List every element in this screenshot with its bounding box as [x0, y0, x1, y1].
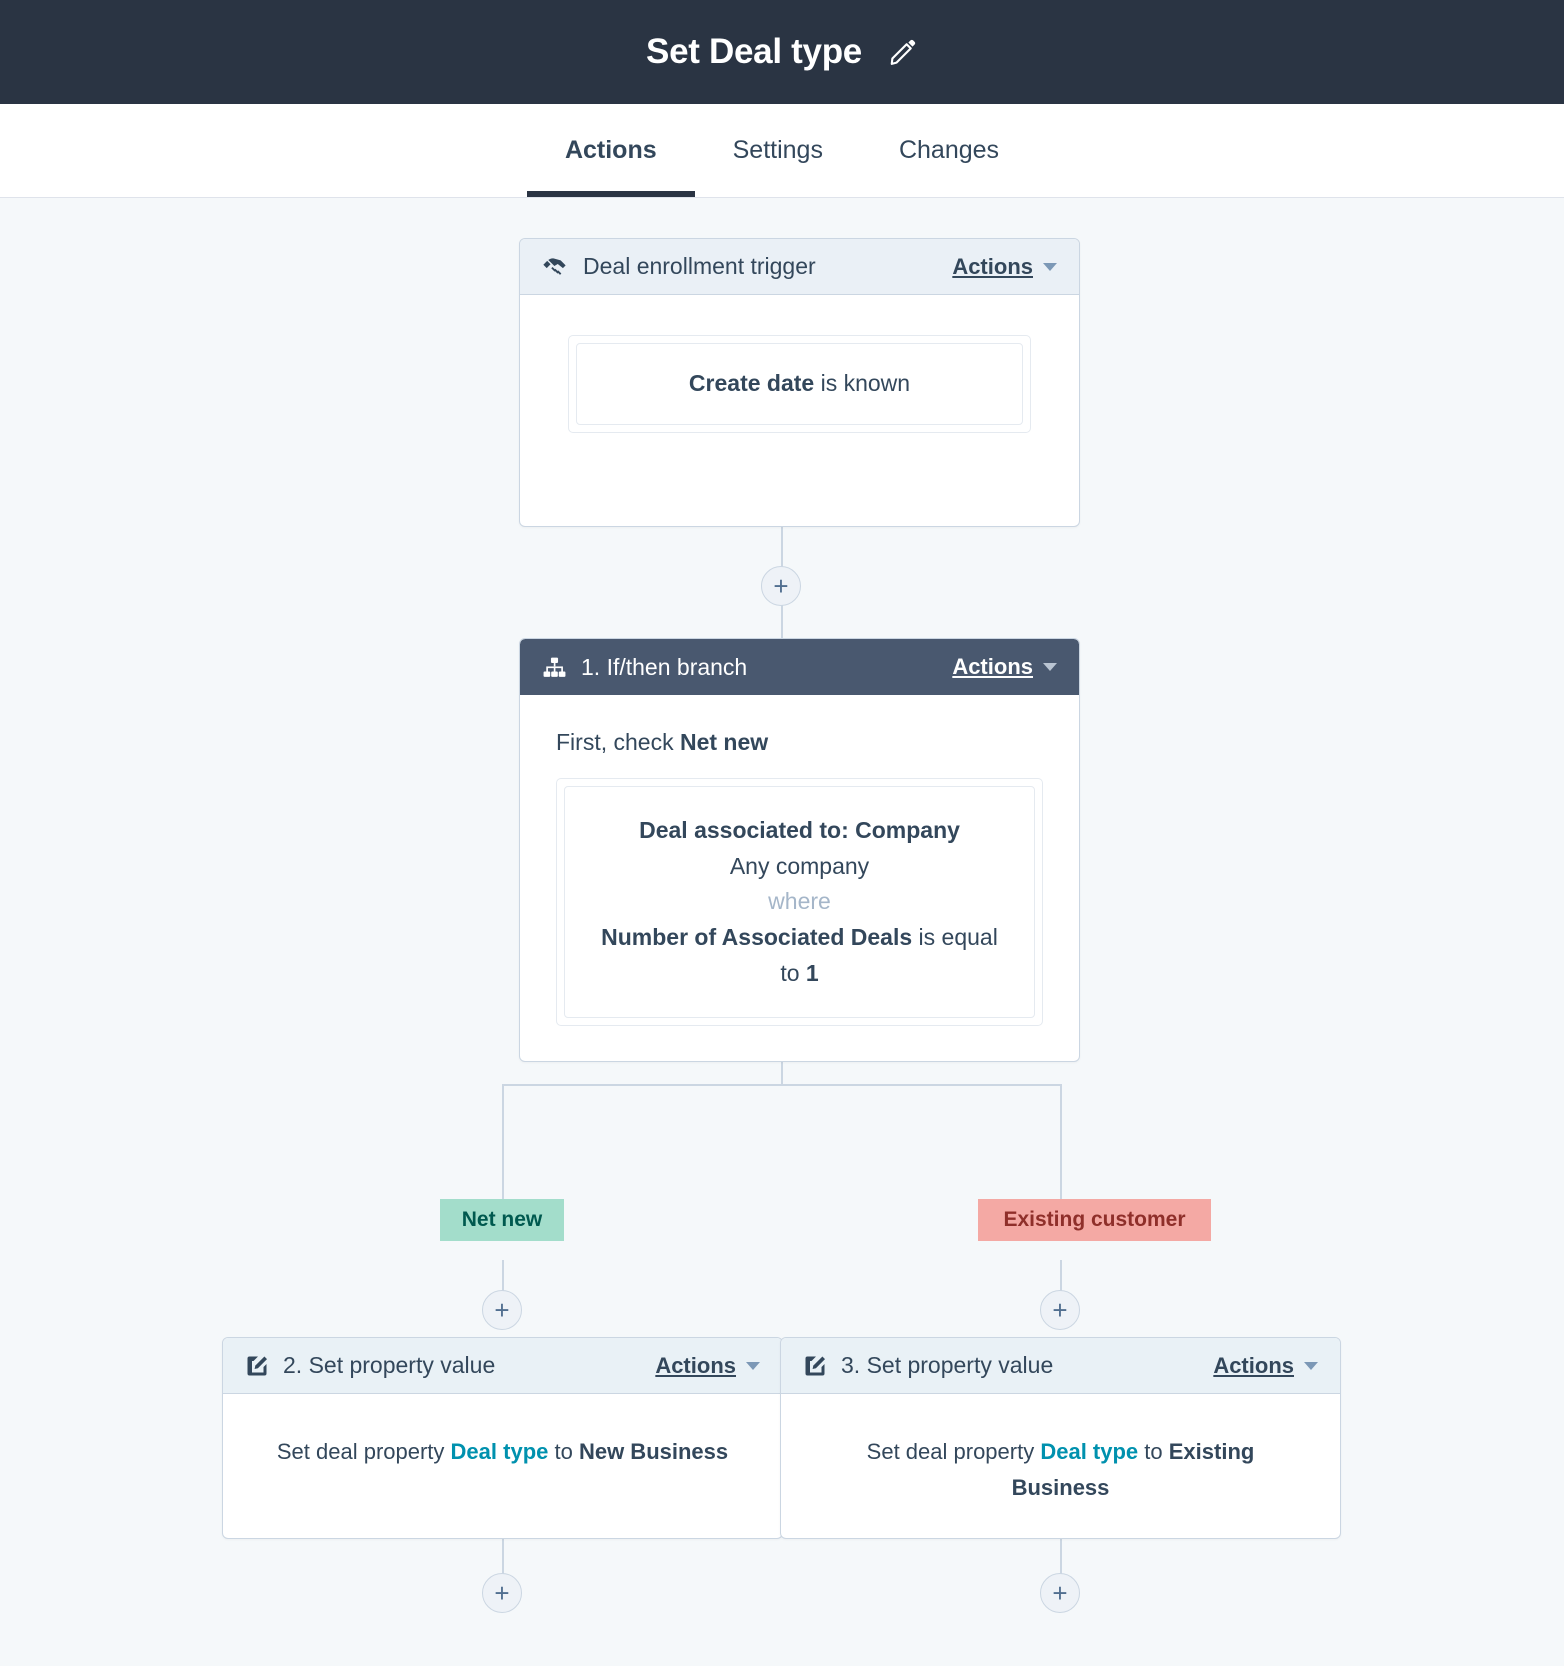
- app-header: Set Deal type: [0, 0, 1564, 104]
- plus-icon: +: [773, 571, 789, 601]
- trigger-actions-label: Actions: [952, 253, 1033, 279]
- action-card-2-body: Set deal property Deal type to New Busin…: [223, 1394, 782, 1514]
- branch-condition-line4-operator: is equal: [912, 923, 998, 950]
- if-then-branch-card[interactable]: 1. If/then branch Actions First, check N…: [519, 638, 1080, 1062]
- branch-condition-outer: Deal associated to: Company Any company …: [556, 778, 1043, 1027]
- action-card-3-header: 3. Set property value Actions: [781, 1338, 1340, 1394]
- connector-line: [781, 1062, 783, 1084]
- add-action-button-right[interactable]: +: [1040, 1290, 1080, 1330]
- trigger-actions-menu[interactable]: Actions: [952, 254, 1057, 280]
- trigger-card-header: Deal enrollment trigger Actions: [520, 239, 1079, 295]
- branch-label-net-new[interactable]: Net new: [440, 1199, 564, 1241]
- branch-label-existing-customer[interactable]: Existing customer: [978, 1199, 1211, 1241]
- add-action-button[interactable]: +: [761, 566, 801, 606]
- trigger-card-body: Create date is known: [520, 295, 1079, 475]
- branch-condition-line1: Deal associated to: Company: [639, 817, 960, 843]
- branch-condition-line5: to 1: [583, 956, 1016, 992]
- branch-card-header: 1. If/then branch Actions: [520, 639, 1079, 695]
- action-card-2-actions-label: Actions: [655, 1352, 736, 1378]
- branch-lead-name: Net new: [679, 729, 769, 755]
- connector-line: [1060, 1260, 1062, 1294]
- action-card-3-property[interactable]: Deal type: [1040, 1439, 1138, 1464]
- trigger-condition[interactable]: Create date is known: [576, 343, 1023, 425]
- branch-condition[interactable]: Deal associated to: Company Any company …: [564, 786, 1035, 1019]
- workflow-canvas: Deal enrollment trigger Actions Create d…: [0, 198, 1564, 1666]
- action-card-3-prefix: Set deal property: [866, 1439, 1041, 1464]
- pencil-icon[interactable]: [888, 37, 918, 67]
- tab-bar: Actions Settings Changes: [0, 104, 1564, 198]
- chevron-down-icon: [1043, 663, 1057, 671]
- trigger-card-title: Deal enrollment trigger: [583, 253, 816, 279]
- action-card-3-middle: to: [1138, 1439, 1169, 1464]
- action-card-3-actions-label: Actions: [1213, 1352, 1294, 1378]
- chevron-down-icon: [746, 1361, 760, 1370]
- branch-label-existing-customer-text: Existing customer: [1003, 1208, 1186, 1231]
- connector-line: [781, 604, 783, 638]
- action-card-2-property[interactable]: Deal type: [451, 1439, 549, 1464]
- set-property-value-card-3[interactable]: 3. Set property value Actions Set deal p…: [780, 1337, 1341, 1539]
- plus-icon: +: [1052, 1295, 1068, 1325]
- branch-condition-line3: where: [768, 888, 831, 915]
- edit-square-icon: [803, 1354, 827, 1378]
- branch-condition-value: 1: [805, 959, 819, 986]
- tab-actions-label: Actions: [564, 136, 657, 164]
- branch-card-title: 1. If/then branch: [581, 653, 748, 680]
- add-action-button-left[interactable]: +: [482, 1290, 522, 1330]
- deal-enrollment-trigger-card[interactable]: Deal enrollment trigger Actions Create d…: [519, 238, 1080, 527]
- action-card-2-value: New Business: [578, 1439, 729, 1464]
- chevron-down-icon: [1043, 262, 1057, 271]
- sitemap-icon: [542, 655, 567, 680]
- trigger-condition-property: Create date: [688, 370, 815, 396]
- tab-settings-label: Settings: [732, 136, 823, 164]
- action-card-2-title: 2. Set property value: [283, 1352, 496, 1378]
- action-card-3-actions-menu[interactable]: Actions: [1213, 1353, 1318, 1379]
- branch-condition-line2: Any company: [729, 852, 870, 879]
- branch-condition-line5-prefix: to: [780, 959, 806, 986]
- edit-square-icon: [245, 1354, 269, 1378]
- tab-actions[interactable]: Actions: [526, 104, 695, 197]
- page-title: Set Deal type: [646, 32, 862, 71]
- connector-line: [502, 1084, 1062, 1086]
- branch-card-body: First, check Net new Deal associated to:…: [520, 695, 1079, 1060]
- action-card-2-actions-menu[interactable]: Actions: [655, 1353, 760, 1379]
- tab-changes[interactable]: Changes: [861, 104, 1037, 197]
- add-action-button-right-bottom[interactable]: +: [1040, 1573, 1080, 1613]
- branch-actions-label: Actions: [952, 654, 1033, 679]
- action-card-2-middle: to: [548, 1439, 579, 1464]
- tab-changes-label: Changes: [898, 136, 1000, 164]
- trigger-condition-outer: Create date is known: [568, 335, 1031, 433]
- plus-icon: +: [494, 1295, 510, 1325]
- trigger-condition-operator: is known: [814, 370, 911, 396]
- action-card-3-body: Set deal property Deal type to Existing …: [781, 1394, 1340, 1551]
- branch-actions-menu[interactable]: Actions: [952, 654, 1057, 680]
- connector-line: [502, 1260, 504, 1294]
- handshake-icon: [542, 253, 569, 280]
- branch-lead-prefix: First, check: [556, 729, 680, 755]
- branch-label-net-new-text: Net new: [461, 1208, 543, 1231]
- action-card-2-header: 2. Set property value Actions: [223, 1338, 782, 1394]
- action-card-2-prefix: Set deal property: [276, 1439, 451, 1464]
- chevron-down-icon: [1304, 1361, 1318, 1370]
- set-property-value-card-2[interactable]: 2. Set property value Actions Set deal p…: [222, 1337, 783, 1539]
- branch-lead-text: First, check Net new: [556, 729, 1043, 756]
- plus-icon: +: [1052, 1578, 1068, 1608]
- add-action-button-left-bottom[interactable]: +: [482, 1573, 522, 1613]
- connector-line: [502, 1537, 504, 1577]
- plus-icon: +: [494, 1578, 510, 1608]
- tab-settings[interactable]: Settings: [695, 104, 861, 197]
- branch-condition-line4: Number of Associated Deals is equal: [583, 920, 1016, 956]
- action-card-3-title: 3. Set property value: [841, 1352, 1054, 1378]
- branch-condition-line4-property: Number of Associated Deals: [601, 923, 913, 950]
